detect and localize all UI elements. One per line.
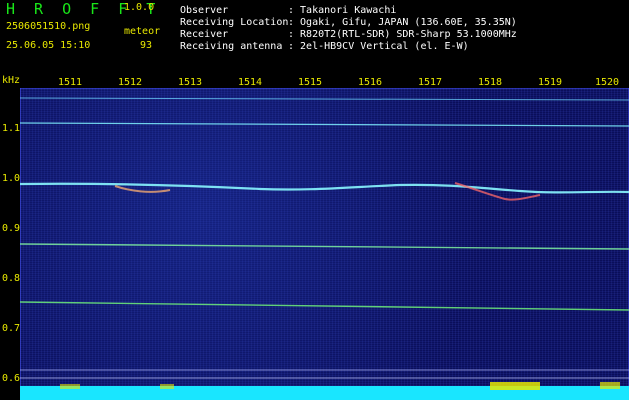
receiver-label: Receiver — [180, 29, 229, 40]
app-version: 1.0.0 — [124, 2, 155, 13]
x-tick-label: 1512 — [117, 77, 143, 88]
y-unit-label: kHz — [2, 75, 21, 86]
observer-label: Observer — [180, 5, 229, 16]
frequency-axis: 1.1 1.0 0.9 0.8 0.7 0.6 — [0, 88, 20, 400]
x-tick-label: 1511 — [57, 77, 83, 88]
y-tick-label: 0.9 — [2, 223, 21, 234]
carrier-line — [20, 243, 629, 250]
spectrogram-svg — [20, 88, 629, 400]
noise-spike — [160, 384, 174, 389]
plot-frame — [20, 88, 629, 400]
file-name: 2506051510.png — [6, 21, 91, 32]
mode-label: meteor — [124, 26, 161, 37]
noise-spike — [60, 384, 80, 389]
x-tick-label: 1519 — [537, 77, 563, 88]
carrier-line — [20, 122, 629, 127]
spectrogram-plot — [20, 88, 629, 400]
x-tick-label: 1518 — [477, 77, 503, 88]
meteor-echo-trace — [20, 182, 629, 194]
carrier-line — [20, 301, 629, 311]
y-tick-label: 0.6 — [2, 373, 21, 384]
carrier-line — [20, 97, 629, 101]
meteor-count: 93 — [140, 40, 153, 51]
antenna-value: : 2el-HB9CV Vertical (el. E-W) — [288, 41, 469, 52]
y-tick-label: 1.0 — [2, 173, 21, 184]
location-value: : Ogaki, Gifu, JAPAN (136.60E, 35.35N) — [288, 17, 517, 28]
noise-spike — [600, 382, 620, 389]
noise-spike — [490, 382, 540, 390]
date-time: 25.06.05 15:10 — [6, 40, 91, 51]
antenna-label: Receiving antenna — [180, 41, 283, 52]
x-tick-label: 1517 — [417, 77, 443, 88]
header-panel: H R O F F T 1.0.0 2506051510.png meteor … — [0, 0, 629, 73]
receiver-value: : R820T2(RTL-SDR) SDR-Sharp 53.1000MHz — [288, 29, 517, 40]
location-label: Receiving Location — [180, 17, 289, 28]
x-tick-label: 1520 — [594, 77, 620, 88]
y-tick-label: 1.1 — [2, 123, 21, 134]
y-tick-label: 0.7 — [2, 323, 21, 334]
x-tick-label: 1513 — [177, 77, 203, 88]
x-tick-label: 1514 — [237, 77, 263, 88]
observer-value: : Takanori Kawachi — [288, 5, 397, 16]
x-tick-label: 1515 — [297, 77, 323, 88]
y-tick-label: 0.8 — [2, 273, 21, 284]
x-tick-label: 1516 — [357, 77, 383, 88]
echo-highlight — [114, 185, 171, 193]
